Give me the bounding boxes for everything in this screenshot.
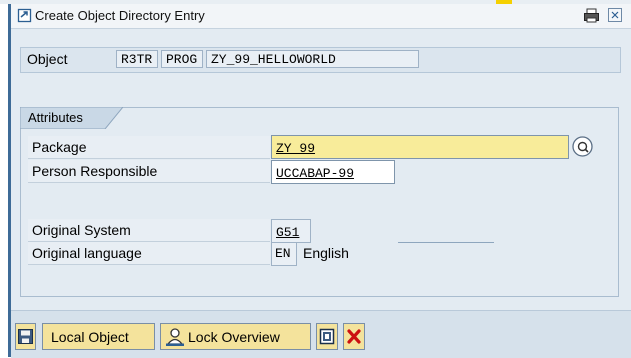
title-bar: Create Object Directory Entry — [11, 4, 631, 29]
create-entry-icon — [17, 8, 33, 23]
package-label: Package — [28, 136, 270, 159]
lock-overview-label: Lock Overview — [188, 329, 280, 345]
original-language-name: English — [303, 245, 349, 261]
info-button[interactable] — [316, 323, 338, 350]
original-system-value: G51 — [276, 225, 300, 240]
cancel-button[interactable] — [343, 323, 365, 350]
object-name-field: ZY_99_HELLOWORLD — [206, 50, 419, 68]
local-object-button[interactable]: Local Object — [42, 323, 155, 350]
save-button[interactable] — [15, 323, 36, 350]
system-description-line — [398, 242, 494, 243]
close-icon[interactable] — [608, 8, 625, 24]
object-label: Object — [27, 51, 68, 67]
value-help-icon[interactable] — [572, 136, 593, 157]
person-responsible-input[interactable]: UCCABAP-99 — [271, 160, 395, 184]
dialog-window: Create Object Directory Entry Object R3T… — [8, 4, 631, 358]
lock-overview-button[interactable]: Lock Overview — [160, 323, 311, 350]
dialog-title: Create Object Directory Entry — [35, 8, 205, 23]
info-icon — [319, 328, 335, 345]
person-responsible-label: Person Responsible — [28, 160, 270, 183]
save-icon — [18, 329, 33, 344]
object-row: Object R3TR PROG ZY_99_HELLOWORLD — [20, 47, 621, 73]
package-value: ZY_99 — [276, 141, 316, 156]
original-system-label: Original System — [28, 219, 270, 242]
person-responsible-value: UCCABAP-99 — [276, 166, 355, 181]
original-language-code: EN — [271, 242, 297, 266]
attributes-group: Attributes Package ZY_99 Person Responsi… — [20, 107, 619, 297]
package-input[interactable]: ZY_99 — [271, 135, 569, 159]
lock-overview-icon — [166, 328, 184, 346]
object-type-field: PROG — [161, 50, 203, 68]
attributes-group-title: Attributes — [28, 110, 83, 125]
original-language-label: Original language — [28, 242, 270, 265]
window-left-border — [8, 4, 11, 357]
object-pgmid-field: R3TR — [116, 50, 158, 68]
cancel-icon — [347, 329, 361, 344]
local-object-label: Local Object — [51, 329, 129, 345]
print-icon[interactable] — [583, 8, 600, 24]
original-system-field: G51 — [271, 219, 311, 243]
button-toolbar: Local Object Lock Overview — [11, 310, 631, 358]
